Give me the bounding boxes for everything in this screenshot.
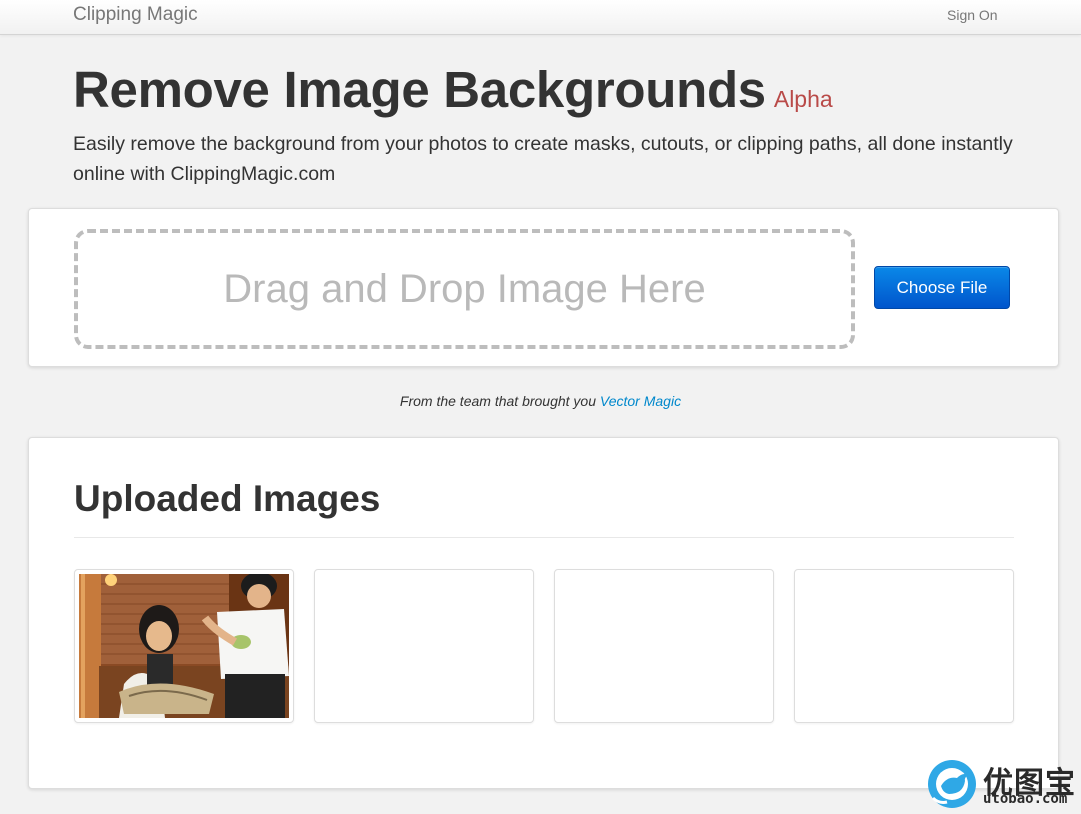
uploaded-images-heading: Uploaded Images (74, 478, 381, 519)
image-thumbnail-1[interactable] (74, 569, 294, 723)
uploaded-photo (79, 574, 289, 718)
image-thumbnail-2[interactable] (314, 569, 534, 723)
image-thumbnail-4[interactable] (794, 569, 1014, 723)
tagline-text: From the team that brought you (399, 393, 600, 409)
page-subtitle: Easily remove the background from your p… (73, 133, 1013, 185)
vector-magic-link[interactable]: Vector Magic (600, 393, 681, 409)
uploaded-images-panel: Uploaded Images (28, 437, 1059, 789)
page-title: Remove Image Backgrounds Alpha (73, 60, 833, 119)
upload-panel: Drag and Drop Image Here Choose File (28, 208, 1059, 367)
top-navbar: Clipping Magic Sign On (0, 0, 1081, 35)
team-tagline: From the team that brought you Vector Ma… (0, 393, 1081, 409)
image-thumbnail-3[interactable] (554, 569, 774, 723)
page-title-text: Remove Image Backgrounds (73, 61, 766, 118)
section-divider (74, 537, 1014, 538)
drag-drop-label: Drag and Drop Image Here (223, 266, 706, 311)
watermark-url: utobao.com (983, 791, 1068, 807)
watermark-bird-logo (928, 760, 976, 808)
sign-on-link[interactable]: Sign On (947, 7, 998, 23)
choose-file-button[interactable]: Choose File (874, 266, 1010, 309)
brand-link[interactable]: Clipping Magic (73, 4, 198, 26)
drag-drop-zone[interactable]: Drag and Drop Image Here (74, 229, 855, 349)
alpha-badge: Alpha (773, 86, 833, 112)
